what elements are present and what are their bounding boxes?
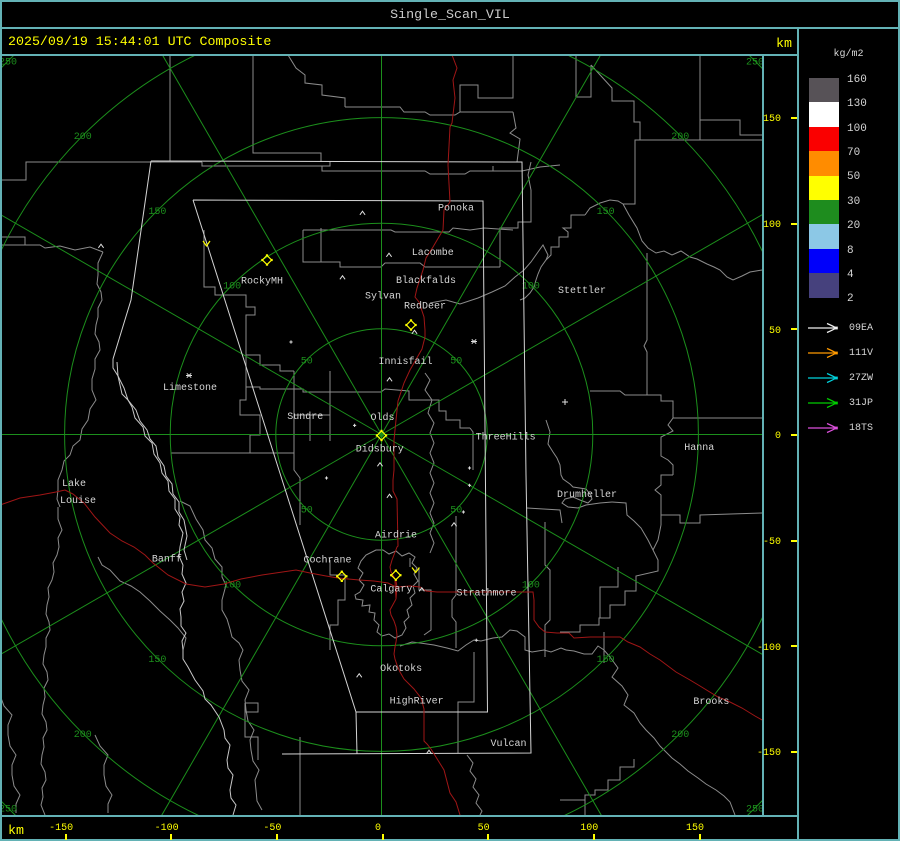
svg-text:250: 250 — [0, 805, 17, 816]
svg-text:150: 150 — [597, 207, 615, 218]
svg-text:Sundre: Sundre — [287, 411, 323, 423]
svg-text:Ponoka: Ponoka — [438, 203, 474, 215]
svg-text:HighRiver: HighRiver — [390, 696, 444, 708]
svg-text:Lacombe: Lacombe — [412, 247, 454, 259]
svg-text:Lake: Lake — [62, 478, 86, 490]
svg-text:50: 50 — [450, 506, 462, 517]
svg-text:Hanna: Hanna — [684, 443, 714, 454]
svg-text:Brooks: Brooks — [693, 696, 729, 708]
svg-text:200: 200 — [671, 730, 689, 741]
svg-text:150: 150 — [148, 207, 166, 218]
svg-text:Okotoks: Okotoks — [380, 663, 422, 675]
svg-text:Stettler: Stettler — [558, 285, 606, 297]
svg-text:250: 250 — [746, 805, 762, 816]
svg-text:250: 250 — [746, 58, 762, 69]
svg-text:Vulcan: Vulcan — [491, 738, 527, 750]
svg-text:Sylvan: Sylvan — [365, 291, 401, 303]
svg-text:Airdrie: Airdrie — [375, 530, 417, 542]
svg-text:50: 50 — [301, 506, 313, 517]
svg-text:Strathmore: Strathmore — [457, 588, 517, 600]
svg-text:Blackfalds: Blackfalds — [396, 275, 456, 287]
svg-text:RedDeer: RedDeer — [404, 301, 446, 313]
svg-text:100: 100 — [522, 282, 540, 293]
svg-text:Cochrane: Cochrane — [304, 555, 352, 567]
svg-text:Innisfail: Innisfail — [379, 356, 433, 368]
svg-text:ThreeHills: ThreeHills — [476, 432, 536, 444]
svg-text:50: 50 — [301, 356, 313, 367]
svg-text:200: 200 — [74, 132, 92, 143]
svg-text:150: 150 — [597, 655, 615, 666]
svg-text:Louise: Louise — [60, 495, 96, 507]
svg-text:RockyMH: RockyMH — [241, 276, 283, 288]
svg-text:100: 100 — [522, 580, 540, 591]
svg-text:200: 200 — [74, 730, 92, 741]
svg-text:Didsbury: Didsbury — [356, 444, 404, 456]
svg-text:Drumheller: Drumheller — [557, 489, 617, 501]
svg-text:50: 50 — [450, 356, 462, 367]
svg-text:150: 150 — [148, 655, 166, 666]
svg-text:Banff: Banff — [152, 554, 182, 566]
svg-text:Calgary: Calgary — [370, 584, 412, 596]
svg-text:200: 200 — [671, 132, 689, 143]
svg-text:Olds: Olds — [371, 412, 395, 424]
svg-text:250: 250 — [0, 58, 17, 69]
svg-text:Limestone: Limestone — [163, 382, 217, 394]
svg-text:100: 100 — [223, 282, 241, 293]
